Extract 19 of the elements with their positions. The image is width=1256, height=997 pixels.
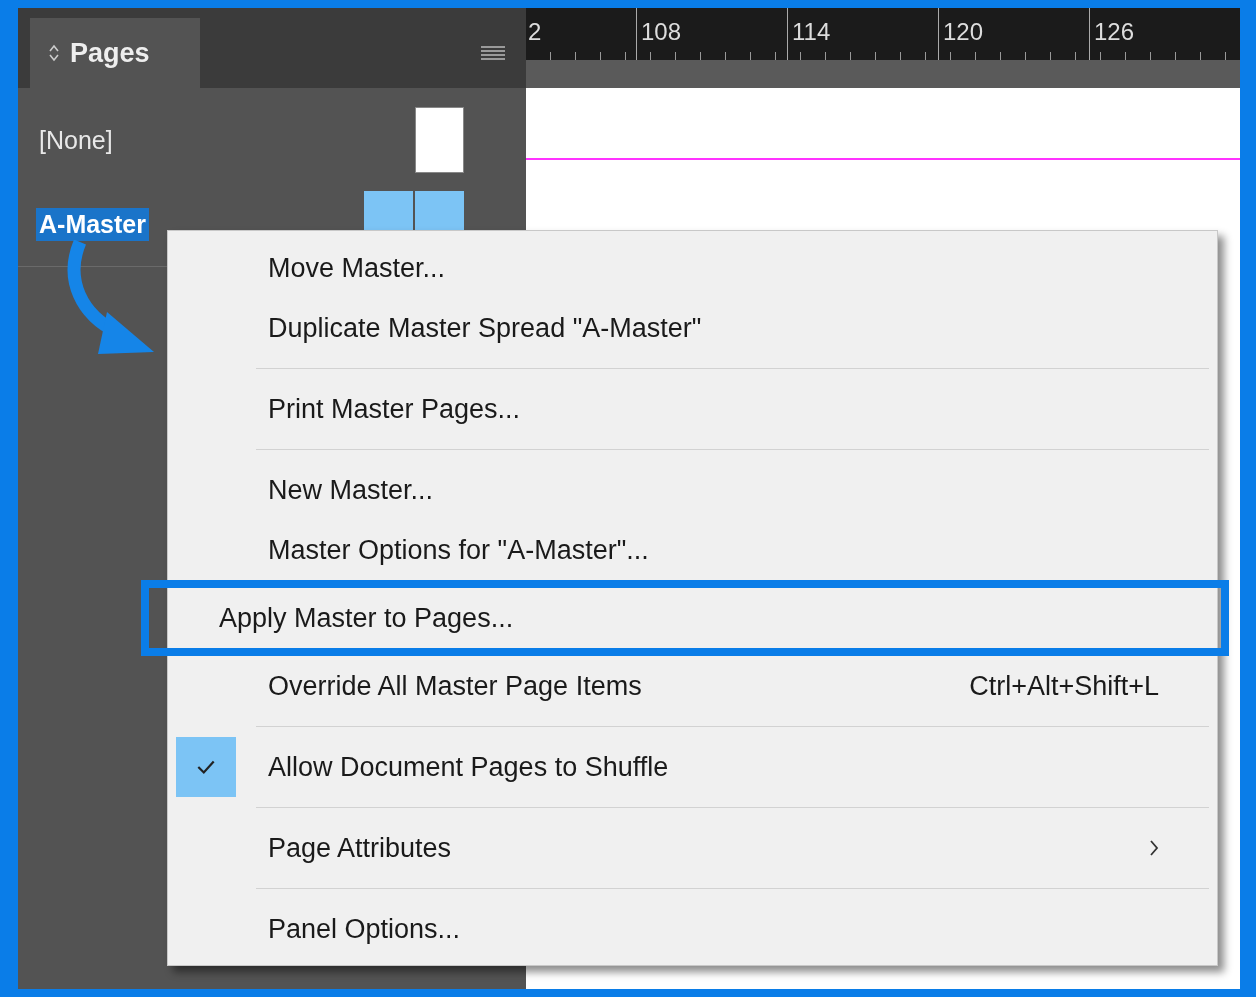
menu-item[interactable]: New Master... — [168, 460, 1217, 520]
menu-icon[interactable] — [480, 45, 506, 61]
panel-tab[interactable]: Pages — [30, 18, 200, 88]
menu-item[interactable]: Page Attributes — [168, 818, 1217, 878]
menu-item[interactable]: Allow Document Pages to Shuffle — [168, 737, 1217, 797]
menu-item[interactable]: Move Master... — [168, 238, 1217, 298]
menu-item[interactable]: Override All Master Page Items Ctrl+Alt+Shift+L — [168, 656, 1217, 716]
menu-item[interactable]: Master Options for "A-Master"... — [168, 520, 1217, 580]
master-item[interactable]: A-Master — [36, 207, 149, 241]
menu-item[interactable]: Apply Master to Pages... — [141, 580, 1229, 656]
panel-title: Pages — [70, 37, 150, 69]
menu-item[interactable]: Print Master Pages... — [168, 379, 1217, 439]
shortcut-text: Ctrl+Alt+Shift+L — [969, 670, 1159, 702]
menu-item[interactable]: Panel Options... — [168, 899, 1217, 959]
master-item[interactable]: [None] — [36, 123, 116, 157]
page-thumbnail[interactable] — [415, 107, 464, 173]
menu-item[interactable]: Duplicate Master Spread "A-Master" — [168, 298, 1217, 358]
ruler-label: 2 — [527, 17, 543, 47]
up-down-arrows-icon — [48, 44, 60, 62]
